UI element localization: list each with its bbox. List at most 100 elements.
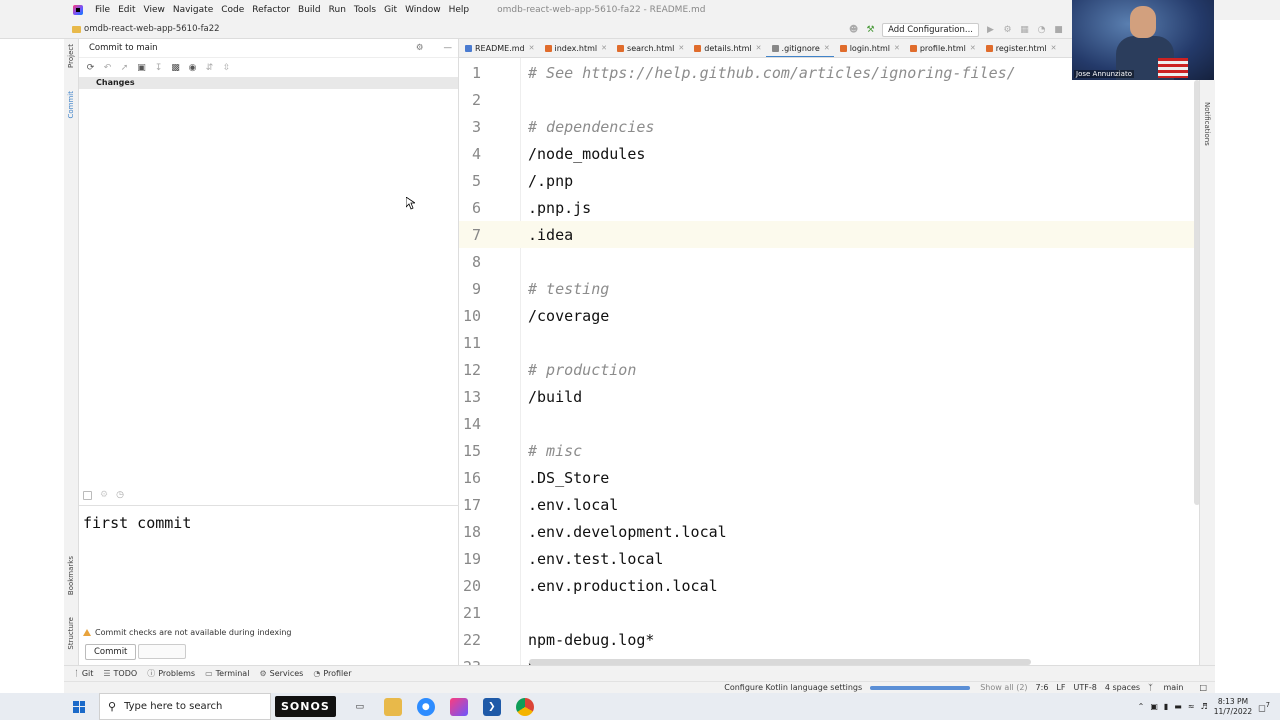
tool-window-button[interactable]: ⚙ Services (259, 669, 303, 678)
close-icon[interactable]: ✕ (529, 44, 535, 52)
debug-icon[interactable]: ⚙ (1002, 24, 1013, 35)
close-icon[interactable]: ✕ (601, 44, 607, 52)
tool-window-button[interactable]: ◔ Profiler (313, 669, 351, 678)
editor-tabs: README.md ✕ index.html ✕ search.html ✕ details… (459, 39, 1072, 58)
indent-setting[interactable]: 4 spaces (1105, 683, 1140, 692)
clock-icon[interactable]: ◷ (116, 490, 124, 500)
diff-icon[interactable]: ▣ (136, 62, 147, 73)
editor-tab[interactable]: details.html ✕ (688, 39, 765, 57)
background-task-label: Configure Kotlin language settings (724, 683, 863, 692)
project-tool-button[interactable]: Project (67, 44, 75, 68)
code-text: /node_modules (528, 144, 646, 163)
minimize-icon[interactable]: — (444, 43, 453, 53)
menu-window[interactable]: Window (401, 5, 445, 15)
tray-app-icon[interactable]: ▣ (1150, 702, 1158, 711)
commit-tool-button[interactable]: Commit (67, 91, 75, 119)
caret-position[interactable]: 7:6 (1036, 683, 1049, 692)
hammer-icon[interactable]: ⚒ (865, 24, 876, 35)
notifications-tool-button[interactable]: Notifications (1203, 102, 1211, 146)
chevron-up-icon[interactable]: ⌃ (1138, 702, 1145, 711)
code-editor[interactable]: 1 # See https://help.github.com/articles/… (459, 58, 1199, 665)
windows-start-icon[interactable] (73, 700, 85, 713)
stop-icon[interactable]: ■ (1053, 24, 1064, 35)
menu-code[interactable]: Code (217, 5, 248, 15)
run-icon[interactable]: ▶ (985, 24, 996, 35)
wifi-icon[interactable]: ≈ (1188, 702, 1195, 711)
menu-help[interactable]: Help (445, 5, 474, 15)
indexing-progress-bar (870, 685, 971, 690)
usb-icon[interactable]: ▮ (1164, 702, 1168, 711)
eye-icon[interactable]: ◉ (187, 62, 198, 73)
menu-run[interactable]: Run (325, 5, 350, 15)
line-separator[interactable]: LF (1056, 683, 1065, 692)
gear-icon[interactable]: ⚙ (100, 490, 108, 500)
editor-tab[interactable]: README.md ✕ (459, 39, 539, 57)
lock-icon[interactable]: □ (1199, 683, 1207, 692)
commit-and-push-button[interactable] (138, 644, 187, 659)
flag-image (1158, 58, 1188, 78)
changes-group[interactable]: Changes (79, 77, 458, 89)
video-call-overlay: Jose Annunziato (1072, 0, 1214, 80)
editor-tab[interactable]: index.html ✕ (539, 39, 612, 57)
menu-refactor[interactable]: Refactor (248, 5, 294, 15)
volume-icon[interactable]: ♬ (1201, 702, 1208, 711)
tool-window-button[interactable]: ᛙ Git (74, 669, 93, 678)
intellij-icon[interactable] (449, 697, 468, 716)
close-icon[interactable]: ✕ (756, 44, 762, 52)
refresh-icon[interactable]: ⟳ (85, 62, 96, 73)
line-number: 6 (471, 198, 481, 217)
close-icon[interactable]: ✕ (1051, 44, 1057, 52)
powershell-icon[interactable]: ❯ (482, 697, 501, 716)
clock[interactable]: 8:13 PM 11/7/2022 (1214, 697, 1252, 717)
file-explorer-icon[interactable] (383, 697, 402, 716)
group-by-icon[interactable]: ▩ (170, 62, 181, 73)
shelve-icon[interactable]: ↧ (153, 62, 164, 73)
file-encoding[interactable]: UTF-8 (1073, 683, 1096, 692)
chrome-icon[interactable] (515, 697, 534, 716)
arrow-icon[interactable]: ➚ (119, 62, 130, 73)
menu-view[interactable]: View (140, 5, 169, 15)
coverage-icon[interactable]: ▦ (1019, 24, 1030, 35)
tool-window-button[interactable]: ☰ TODO (103, 669, 137, 678)
profile-icon[interactable]: ◔ (1036, 24, 1047, 35)
close-icon[interactable]: ✕ (678, 44, 684, 52)
bookmarks-tool-button[interactable]: Bookmarks (67, 556, 75, 595)
notification-center-icon[interactable]: □7 (1258, 701, 1270, 713)
breadcrumb-project[interactable]: omdb-react-web-app-5610-fa22 (84, 24, 220, 34)
rollback-icon[interactable]: ↶ (102, 62, 113, 73)
tool-window-button[interactable]: ⓘ Problems (147, 668, 195, 679)
battery-icon[interactable]: ▬ (1174, 702, 1182, 711)
menu-tools[interactable]: Tools (350, 5, 380, 15)
menu-navigate[interactable]: Navigate (169, 5, 217, 15)
amend-checkbox[interactable] (83, 490, 92, 500)
commit-button[interactable]: Commit (85, 644, 137, 660)
menu-edit[interactable]: Edit (114, 5, 139, 15)
collapse-all-icon[interactable]: ⇳ (221, 62, 232, 73)
commit-message-area[interactable]: first commit (79, 505, 459, 625)
zoom-icon[interactable]: ● (416, 697, 435, 716)
menu-file[interactable]: File (91, 5, 114, 15)
editor-tab[interactable]: login.html ✕ (834, 39, 904, 57)
expand-all-icon[interactable]: ⇵ (204, 62, 215, 73)
show-all-tasks-link[interactable]: Show all (2) (980, 683, 1027, 692)
commit-message-input[interactable]: first commit (79, 506, 459, 540)
menu-build[interactable]: Build (294, 5, 325, 15)
taskbar-search[interactable]: ⚲ Type here to search (99, 693, 271, 720)
editor-tab[interactable]: search.html ✕ (611, 39, 688, 57)
add-configuration-button[interactable]: Add Configuration... (882, 22, 979, 37)
task-view-icon[interactable]: ▭ (351, 698, 369, 716)
editor-tab[interactable]: .gitignore ✕ (765, 39, 834, 57)
code-line: 21 (459, 599, 1199, 626)
menu-git[interactable]: Git (380, 5, 401, 15)
user-icon[interactable]: ☻ (848, 24, 859, 35)
close-icon[interactable]: ✕ (824, 44, 830, 52)
settings-icon[interactable]: ⚙ (416, 43, 424, 53)
structure-tool-button[interactable]: Structure (67, 617, 75, 650)
sonos-app[interactable]: SONOS (275, 696, 336, 717)
close-icon[interactable]: ✕ (970, 44, 976, 52)
close-icon[interactable]: ✕ (894, 44, 900, 52)
editor-tab[interactable]: profile.html ✕ (904, 39, 980, 57)
git-branch-widget[interactable]: ᛉ main (1148, 683, 1191, 692)
editor-tab[interactable]: register.html ✕ (980, 39, 1061, 57)
tool-window-button[interactable]: ▭ Terminal (205, 669, 249, 678)
